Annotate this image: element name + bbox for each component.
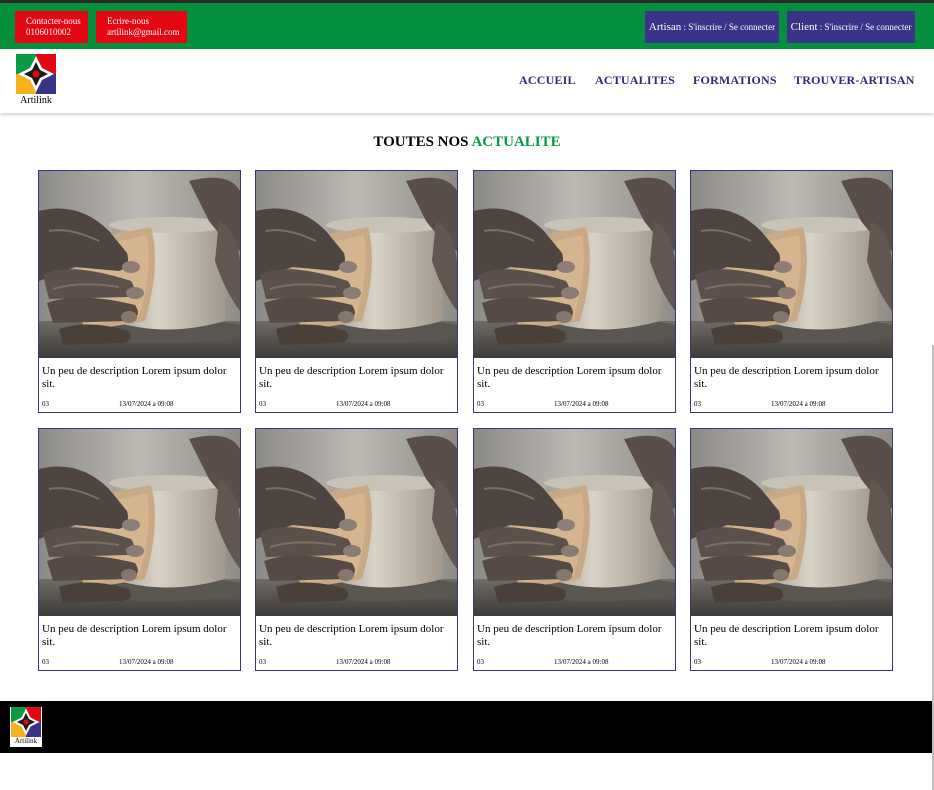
- artilink-logo-icon: [11, 707, 41, 737]
- pottery-photo: [256, 429, 457, 616]
- artisan-login-button[interactable]: Artisan : S'inscrire / Se connecter: [645, 11, 779, 43]
- news-card-description: Un peu de description Lorem ipsum dolor …: [259, 623, 444, 648]
- news-card-description: Un peu de description Lorem ipsum dolor …: [42, 365, 227, 390]
- news-card-description: Un peu de description Lorem ipsum dolor …: [42, 623, 227, 648]
- brand-name: Artilink: [20, 95, 52, 106]
- news-card-date: 13/07/2024 a 09:08: [119, 658, 174, 666]
- page-title-prefix: TOUTES NOS: [373, 134, 472, 150]
- news-card-image: [474, 171, 675, 358]
- news-card[interactable]: Un peu de description Lorem ipsum dolor …: [473, 428, 676, 671]
- pottery-photo: [256, 171, 457, 358]
- news-card-number: 03: [259, 400, 266, 408]
- contact-button[interactable]: Contacter-nous 0106010002: [15, 11, 88, 43]
- pottery-photo: [39, 429, 240, 616]
- main-navbar: Artilink ACCUEIL ACTUALITES FORMATIONS T…: [0, 49, 934, 113]
- pottery-photo: [474, 171, 675, 358]
- news-card-image: [256, 429, 457, 616]
- news-card-image: [39, 171, 240, 358]
- news-card-date: 13/07/2024 a 09:08: [771, 400, 826, 408]
- news-card-number: 03: [694, 658, 701, 666]
- news-card-image: [691, 429, 892, 616]
- nav-formations[interactable]: FORMATIONS: [693, 73, 777, 88]
- news-card[interactable]: Un peu de description Lorem ipsum dolor …: [690, 428, 893, 671]
- news-card[interactable]: Un peu de description Lorem ipsum dolor …: [38, 170, 241, 413]
- news-card[interactable]: Un peu de description Lorem ipsum dolor …: [255, 170, 458, 413]
- footer: Artilink: [0, 701, 934, 753]
- artilink-logo-icon: [16, 54, 56, 94]
- news-card-image: [256, 171, 457, 358]
- footer-logo[interactable]: Artilink: [10, 707, 42, 747]
- news-card-description: Un peu de description Lorem ipsum dolor …: [477, 623, 662, 648]
- nav-accueil[interactable]: ACCUEIL: [519, 73, 576, 88]
- news-card-number: 03: [259, 658, 266, 666]
- artisan-role: Artisan: [648, 21, 682, 33]
- news-card-number: 03: [694, 400, 701, 408]
- pottery-photo: [691, 171, 892, 358]
- client-role: Client: [790, 21, 818, 33]
- news-card-date: 13/07/2024 a 09:08: [336, 658, 391, 666]
- nav-actualites[interactable]: ACTUALITES: [595, 73, 675, 88]
- nav-trouver-artisan[interactable]: TROUVER-ARTISAN: [794, 73, 915, 88]
- news-card-description: Un peu de description Lorem ipsum dolor …: [694, 623, 879, 648]
- artisan-action: : S'inscrire / Se connecter: [681, 22, 776, 32]
- news-card-image: [474, 429, 675, 616]
- client-action: : S'inscrire / Se connecter: [817, 22, 912, 32]
- news-card-date: 13/07/2024 a 09:08: [554, 658, 609, 666]
- news-card-date: 13/07/2024 a 09:08: [771, 658, 826, 666]
- news-card-image: [39, 429, 240, 616]
- news-card-date: 13/07/2024 a 09:08: [336, 400, 391, 408]
- page-title-accent: ACTUALITE: [471, 134, 561, 150]
- news-card-image: [691, 171, 892, 358]
- news-card-date: 13/07/2024 a 09:08: [554, 400, 609, 408]
- news-card[interactable]: Un peu de description Lorem ipsum dolor …: [255, 428, 458, 671]
- top-bar: Contacter-nous 0106010002 Ecrire-nous ar…: [0, 0, 934, 49]
- news-card-number: 03: [477, 400, 484, 408]
- news-card-number: 03: [42, 658, 49, 666]
- news-card-number: 03: [477, 658, 484, 666]
- contact-label: Contacter-nous: [26, 16, 81, 26]
- news-card-number: 03: [42, 400, 49, 408]
- news-card[interactable]: Un peu de description Lorem ipsum dolor …: [38, 428, 241, 671]
- news-card[interactable]: Un peu de description Lorem ipsum dolor …: [473, 170, 676, 413]
- news-card-description: Un peu de description Lorem ipsum dolor …: [694, 365, 879, 390]
- news-card[interactable]: Un peu de description Lorem ipsum dolor …: [690, 170, 893, 413]
- news-card-description: Un peu de description Lorem ipsum dolor …: [477, 365, 662, 390]
- pottery-photo: [39, 171, 240, 358]
- pottery-photo: [691, 429, 892, 616]
- page-title: TOUTES NOS ACTUALITE: [0, 134, 934, 151]
- write-us-button[interactable]: Ecrire-nous artilink@gmail.com: [96, 11, 187, 43]
- news-card-date: 13/07/2024 a 09:08: [119, 400, 174, 408]
- pottery-photo: [474, 429, 675, 616]
- client-login-button[interactable]: Client : S'inscrire / Se connecter: [787, 11, 915, 43]
- contact-phone: 0106010002: [26, 27, 71, 37]
- write-us-label: Ecrire-nous: [107, 16, 149, 26]
- news-card-description: Un peu de description Lorem ipsum dolor …: [259, 365, 444, 390]
- footer-brand-name: Artilink: [14, 737, 38, 745]
- brand-logo[interactable]: Artilink: [15, 54, 57, 108]
- write-us-email: artilink@gmail.com: [107, 27, 180, 37]
